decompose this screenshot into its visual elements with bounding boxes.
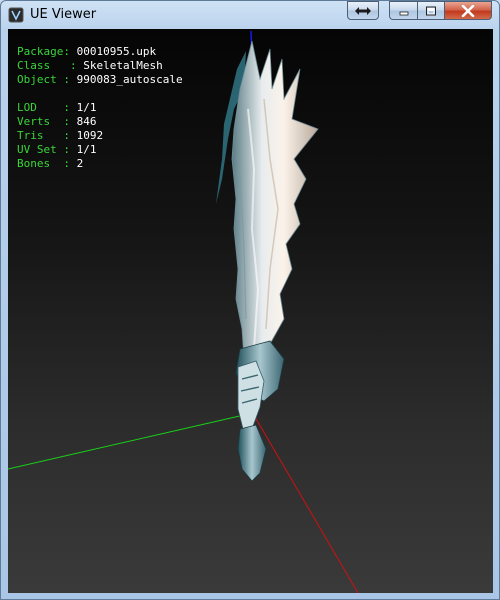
close-button[interactable] bbox=[444, 1, 492, 20]
info-row-verts: Verts : 846 bbox=[17, 115, 183, 129]
x-axis-line bbox=[254, 416, 359, 593]
info-label: Object bbox=[17, 73, 57, 86]
info-separator: : bbox=[36, 101, 77, 114]
title-bar[interactable]: UE Viewer bbox=[1, 1, 499, 29]
minimize-button[interactable] bbox=[389, 1, 417, 20]
info-row-class: Class : SkeletalMesh bbox=[17, 59, 183, 73]
info-label: UV Set bbox=[17, 143, 57, 156]
info-value: 846 bbox=[76, 115, 97, 128]
info-separator: : bbox=[63, 45, 77, 58]
info-separator: : bbox=[56, 73, 77, 86]
info-label: Class bbox=[17, 59, 51, 72]
info-label: Tris bbox=[17, 129, 44, 142]
info-value: 2 bbox=[76, 157, 84, 170]
swap-arrows-icon bbox=[355, 6, 371, 15]
info-separator: : bbox=[43, 129, 77, 142]
close-icon bbox=[461, 4, 475, 17]
window-title: UE Viewer bbox=[30, 7, 97, 22]
info-value: 1/1 bbox=[76, 101, 97, 114]
info-value: 990083_autoscale bbox=[76, 73, 183, 86]
maximize-button[interactable] bbox=[417, 1, 444, 20]
info-row-uvset: UV Set : 1/1 bbox=[17, 143, 183, 157]
info-row-lod: LOD : 1/1 bbox=[17, 101, 183, 115]
mesh-info-overlay: Package: 00010955.upk Class : SkeletalMe… bbox=[17, 45, 183, 171]
info-label: LOD bbox=[17, 101, 37, 114]
info-separator: : bbox=[50, 115, 77, 128]
skeletal-mesh-model bbox=[216, 40, 319, 482]
y-axis-line bbox=[8, 414, 245, 470]
info-label: Bones bbox=[17, 157, 51, 170]
maximize-icon bbox=[426, 6, 436, 15]
info-row-object: Object : 990083_autoscale bbox=[17, 73, 183, 87]
info-label: Verts bbox=[17, 115, 51, 128]
info-separator: : bbox=[56, 143, 77, 156]
info-value: SkeletalMesh bbox=[83, 59, 163, 72]
render-viewport[interactable]: Package: 00010955.upk Class : SkeletalMe… bbox=[8, 29, 493, 593]
app-window: UE Viewer Package: 00010955.upk Class: … bbox=[0, 0, 500, 600]
info-separator: : bbox=[50, 59, 84, 72]
minimize-icon bbox=[399, 11, 408, 15]
info-separator: : bbox=[50, 157, 77, 170]
info-value: 00010955.upk bbox=[76, 45, 157, 58]
info-row-tris: Tris : 1092 bbox=[17, 129, 183, 143]
info-value: 1092 bbox=[76, 129, 104, 142]
app-icon bbox=[8, 7, 24, 23]
info-row-bones: Bones : 2 bbox=[17, 157, 183, 171]
info-value: 1/1 bbox=[76, 143, 97, 156]
swap-arrows-button[interactable] bbox=[347, 1, 379, 20]
info-row-package: Package: 00010955.upk bbox=[17, 45, 183, 59]
info-label: Package bbox=[17, 45, 64, 58]
